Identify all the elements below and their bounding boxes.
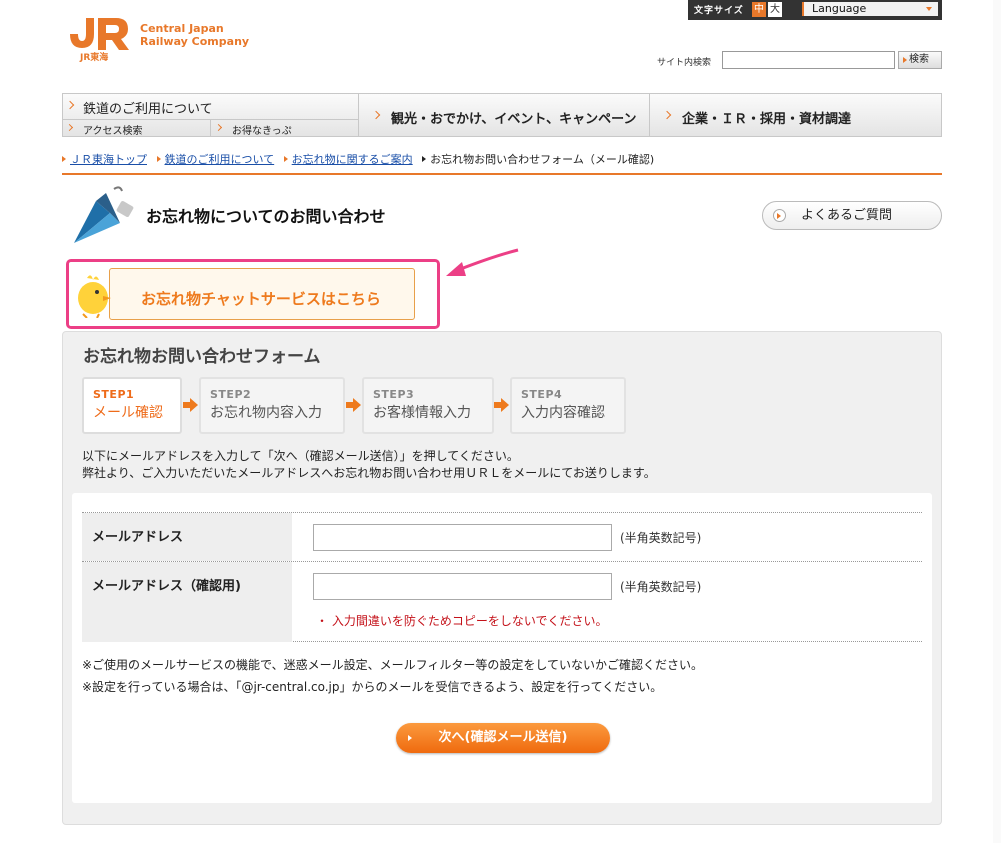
email-form-table: メールアドレス (半角英数記号) メールアドレス（確認用) (半角英数記号) ・… [82, 512, 922, 642]
jr-central-logo[interactable]: Central Japan Railway Company JR東海 [66, 14, 256, 63]
faq-button[interactable]: よくあるご質問 [762, 201, 942, 230]
nav-item-railway[interactable]: 鉄道のご利用について [63, 94, 358, 118]
email-confirm-input[interactable] [313, 573, 612, 600]
breadcrumb-current: お忘れ物お問い合わせフォーム（メール確認) [430, 153, 655, 166]
email-input[interactable] [313, 524, 612, 551]
page-title: お忘れ物についてのお問い合わせ [146, 207, 386, 226]
language-label: Language [812, 2, 867, 15]
nav-railway-group: 鉄道のご利用について アクセス検索 お得なきっぷ [63, 94, 359, 137]
utility-bar: 文字サイズ 中 大 Language [688, 0, 942, 20]
nav-item-tourism[interactable]: 観光・おでかけ、イベント、キャンペーン [359, 94, 650, 136]
chevron-right-icon [65, 123, 74, 132]
arrow-right-icon [494, 398, 509, 412]
nav-item-access[interactable]: アクセス検索 [63, 120, 211, 137]
site-search-input[interactable] [722, 51, 895, 69]
arrow-circle-icon [773, 209, 786, 222]
chat-banner-label: お忘れ物チャットサービスはこちら [141, 290, 381, 308]
arrow-right-icon [408, 735, 412, 741]
breadcrumb: ＪＲ東海トップ 鉄道のご利用について お忘れ物に関するご案内 お忘れ物お問い合わ… [62, 151, 654, 167]
form-instructions: 以下にメールアドレスを入力して「次へ（確認メール送信）」を押してください。 弊社… [82, 449, 656, 480]
umbrella-icon [74, 186, 134, 243]
arrow-right-icon [156, 156, 161, 162]
arrow-right-icon [283, 156, 288, 162]
step-2: STEP2 お忘れ物内容入力 [199, 377, 345, 434]
chevron-down-icon [926, 7, 932, 11]
language-select[interactable]: Language [802, 2, 938, 16]
form-notes: ※ご使用のメールサービスの機能で、迷惑メール設定、メールフィルター等の設定をして… [82, 658, 703, 694]
chevron-right-icon [65, 100, 75, 110]
step-4: STEP4 入力内容確認 [510, 377, 626, 434]
step-1: STEP1 メール確認 [82, 377, 182, 434]
scrollbar[interactable] [993, 0, 1001, 843]
header-divider [62, 173, 942, 175]
nav-item-corporate[interactable]: 企業・ＩＲ・採用・資材調達 [650, 94, 941, 136]
chick-mascot-icon [78, 275, 111, 318]
text-size-large-button[interactable]: 大 [768, 2, 782, 17]
pointer-arrow-icon [446, 248, 519, 276]
next-send-confirmation-button[interactable]: 次へ(確認メール送信) [396, 723, 610, 753]
breadcrumb-link-railway[interactable]: 鉄道のご利用について [165, 153, 275, 166]
logo-subtext: JR東海 [80, 53, 109, 63]
company-name: Central Japan Railway Company [140, 22, 250, 48]
chevron-right-icon [662, 110, 672, 120]
breadcrumb-link-top[interactable]: ＪＲ東海トップ [70, 153, 147, 166]
chevron-right-icon [214, 123, 223, 132]
chevron-right-icon [371, 110, 381, 120]
email-format-note: (半角英数記号) [620, 531, 702, 545]
step-3: STEP3 お客様情報入力 [362, 377, 494, 434]
nav-item-tickets[interactable]: お得なきっぷ [212, 120, 358, 137]
arrow-right-icon [62, 156, 66, 162]
email-confirm-format-note: (半角英数記号) [620, 580, 702, 594]
form-title: お忘れ物お問い合わせフォーム [83, 347, 321, 367]
copy-warning: ・ 入力間違いを防ぐためコピーをしないでください。 [316, 614, 608, 628]
arrow-right-icon [183, 398, 198, 412]
site-search-label: サイト内検索 [657, 58, 712, 68]
arrow-right-icon [422, 156, 427, 162]
email-label: メールアドレス [82, 513, 292, 561]
site-search-button[interactable]: 検索 [898, 51, 942, 69]
text-size-label: 文字サイズ [694, 6, 744, 16]
text-size-medium-button[interactable]: 中 [752, 2, 766, 17]
breadcrumb-link-lost-items[interactable]: お忘れ物に関するご案内 [292, 153, 413, 166]
arrow-right-icon [903, 57, 907, 63]
chat-service-banner[interactable]: お忘れ物チャットサービスはこちら [66, 259, 440, 329]
main-nav: 鉄道のご利用について アクセス検索 お得なきっぷ 観光・おでかけ、イベント、キャ… [62, 93, 942, 137]
email-confirm-label: メールアドレス（確認用) [82, 562, 292, 642]
arrow-right-icon [346, 398, 361, 412]
